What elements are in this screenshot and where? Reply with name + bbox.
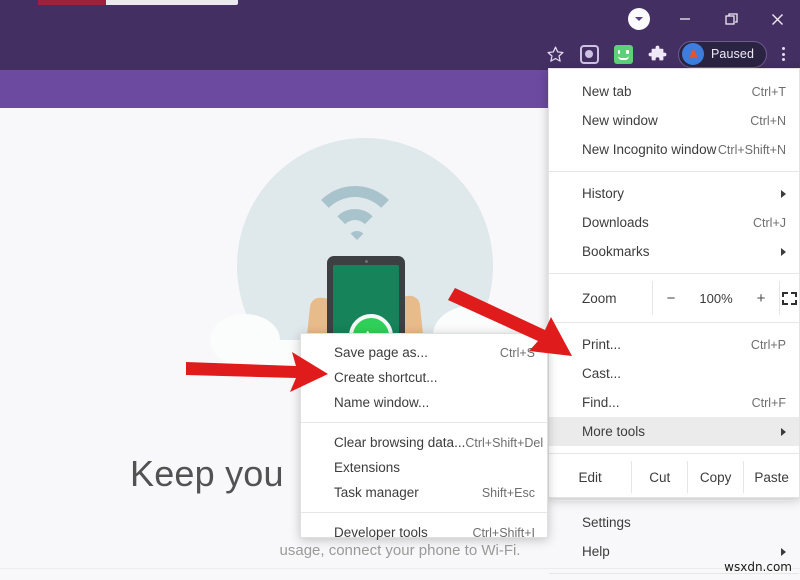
submenu-item-task-manager[interactable]: Task manager Shift+Esc xyxy=(301,480,547,505)
restore-icon xyxy=(724,12,739,27)
wifi-signal-icon xyxy=(307,186,425,256)
menu-separator xyxy=(549,273,799,274)
menu-item-downloads[interactable]: Downloads Ctrl+J xyxy=(549,208,799,237)
submenu-item-label: Extensions xyxy=(334,460,535,475)
edit-actions-row: Edit Cut Copy Paste xyxy=(549,461,799,493)
close-icon xyxy=(770,12,785,27)
menu-item-shortcut: Ctrl+T xyxy=(752,85,786,99)
menu-item-history[interactable]: History xyxy=(549,179,799,208)
screenshot-root: Paused xyxy=(0,0,800,580)
bookmark-star-icon[interactable] xyxy=(540,40,570,68)
submenu-item-clear-browsing-data[interactable]: Clear browsing data... Ctrl+Shift+Del xyxy=(301,430,547,455)
menu-item-label: History xyxy=(582,186,773,201)
menu-item-help[interactable]: Help xyxy=(549,537,799,566)
menu-item-new-incognito-window[interactable]: New Incognito window Ctrl+Shift+N xyxy=(549,135,799,164)
submenu-item-label: Clear browsing data... xyxy=(334,435,465,450)
chevron-right-icon xyxy=(781,428,786,436)
submenu-item-developer-tools[interactable]: Developer tools Ctrl+Shift+I xyxy=(301,520,547,545)
submenu-item-shortcut: Shift+Esc xyxy=(482,486,535,500)
menu-item-label: Cast... xyxy=(582,366,786,381)
menu-item-shortcut: Ctrl+Shift+N xyxy=(718,143,786,157)
menu-item-find[interactable]: Find... Ctrl+F xyxy=(549,388,799,417)
edit-label: Edit xyxy=(549,461,631,493)
submenu-item-label: Create shortcut... xyxy=(334,370,535,385)
menu-separator xyxy=(549,500,799,501)
menu-item-bookmarks[interactable]: Bookmarks xyxy=(549,237,799,266)
submenu-item-name-window[interactable]: Name window... xyxy=(301,390,547,415)
chrome-main-menu: New tab Ctrl+T New window Ctrl+N New Inc… xyxy=(548,68,800,498)
zoom-out-button[interactable]: − xyxy=(653,290,689,307)
submenu-separator xyxy=(301,512,547,513)
menu-item-shortcut: Ctrl+J xyxy=(753,216,786,230)
menu-item-more-tools[interactable]: More tools xyxy=(549,417,799,446)
download-chevron-button[interactable] xyxy=(616,0,662,38)
zoom-control-row: Zoom − 100% + xyxy=(549,281,799,315)
profile-paused-button[interactable]: Paused xyxy=(678,41,767,68)
content-divider xyxy=(0,568,800,569)
menu-item-shortcut: Ctrl+P xyxy=(751,338,786,352)
submenu-item-label: Save page as... xyxy=(334,345,500,360)
submenu-item-shortcut: Ctrl+S xyxy=(500,346,535,360)
menu-item-label: Print... xyxy=(582,337,751,352)
menu-item-label: Downloads xyxy=(582,215,753,230)
smiley-extension-icon[interactable] xyxy=(608,40,638,68)
menu-item-label: New tab xyxy=(582,84,752,99)
submenu-item-label: Developer tools xyxy=(334,525,472,540)
puzzle-extensions-icon[interactable] xyxy=(642,40,672,68)
menu-separator xyxy=(549,453,799,454)
browser-toolbar: Paused xyxy=(0,38,800,70)
menu-item-label: Find... xyxy=(582,395,752,410)
copy-button[interactable]: Copy xyxy=(688,461,743,493)
window-controls xyxy=(616,0,800,38)
paste-button[interactable]: Paste xyxy=(744,461,799,493)
submenu-item-label: Name window... xyxy=(334,395,535,410)
menu-item-label: More tools xyxy=(582,424,773,439)
menu-item-label: New Incognito window xyxy=(582,142,718,157)
menu-item-shortcut: Ctrl+F xyxy=(752,396,786,410)
menu-item-print[interactable]: Print... Ctrl+P xyxy=(549,330,799,359)
menu-item-new-tab[interactable]: New tab Ctrl+T xyxy=(549,77,799,106)
profile-label: Paused xyxy=(711,47,754,61)
tab-strip-remnant xyxy=(38,0,238,5)
zoom-level-value: 100% xyxy=(689,291,743,306)
three-dot-menu-icon[interactable] xyxy=(770,40,796,68)
chevron-right-icon xyxy=(781,248,786,256)
minimize-button[interactable] xyxy=(662,0,708,38)
menu-separator xyxy=(549,171,799,172)
cut-button[interactable]: Cut xyxy=(632,461,687,493)
menu-item-cast[interactable]: Cast... xyxy=(549,359,799,388)
download-chevron-icon xyxy=(628,8,650,30)
menu-separator xyxy=(549,322,799,323)
submenu-item-shortcut: Ctrl+Shift+I xyxy=(472,526,535,540)
submenu-item-save-page-as[interactable]: Save page as... Ctrl+S xyxy=(301,340,547,365)
screenshot-extension-icon[interactable] xyxy=(574,40,604,68)
more-tools-submenu: Save page as... Ctrl+S Create shortcut..… xyxy=(300,333,548,538)
profile-avatar-icon xyxy=(682,43,704,65)
submenu-item-extensions[interactable]: Extensions xyxy=(301,455,547,480)
zoom-label: Zoom xyxy=(582,291,652,306)
menu-separator xyxy=(549,573,799,574)
chevron-right-icon xyxy=(781,190,786,198)
restore-button[interactable] xyxy=(708,0,754,38)
menu-item-settings[interactable]: Settings xyxy=(549,508,799,537)
zoom-in-button[interactable]: + xyxy=(743,290,779,307)
submenu-separator xyxy=(301,422,547,423)
fullscreen-icon xyxy=(782,292,797,305)
chevron-right-icon xyxy=(781,548,786,556)
close-button[interactable] xyxy=(754,0,800,38)
fullscreen-button[interactable] xyxy=(780,292,799,305)
menu-item-new-window[interactable]: New window Ctrl+N xyxy=(549,106,799,135)
tab-strip-accent xyxy=(38,0,106,5)
minimize-icon xyxy=(678,12,692,26)
submenu-item-label: Task manager xyxy=(334,485,482,500)
submenu-item-create-shortcut[interactable]: Create shortcut... xyxy=(301,365,547,390)
menu-item-label: Bookmarks xyxy=(582,244,773,259)
menu-item-label: New window xyxy=(582,113,750,128)
menu-item-label: Help xyxy=(582,544,773,559)
menu-item-shortcut: Ctrl+N xyxy=(750,114,786,128)
submenu-item-shortcut: Ctrl+Shift+Del xyxy=(465,436,543,450)
menu-item-label: Settings xyxy=(582,515,786,530)
